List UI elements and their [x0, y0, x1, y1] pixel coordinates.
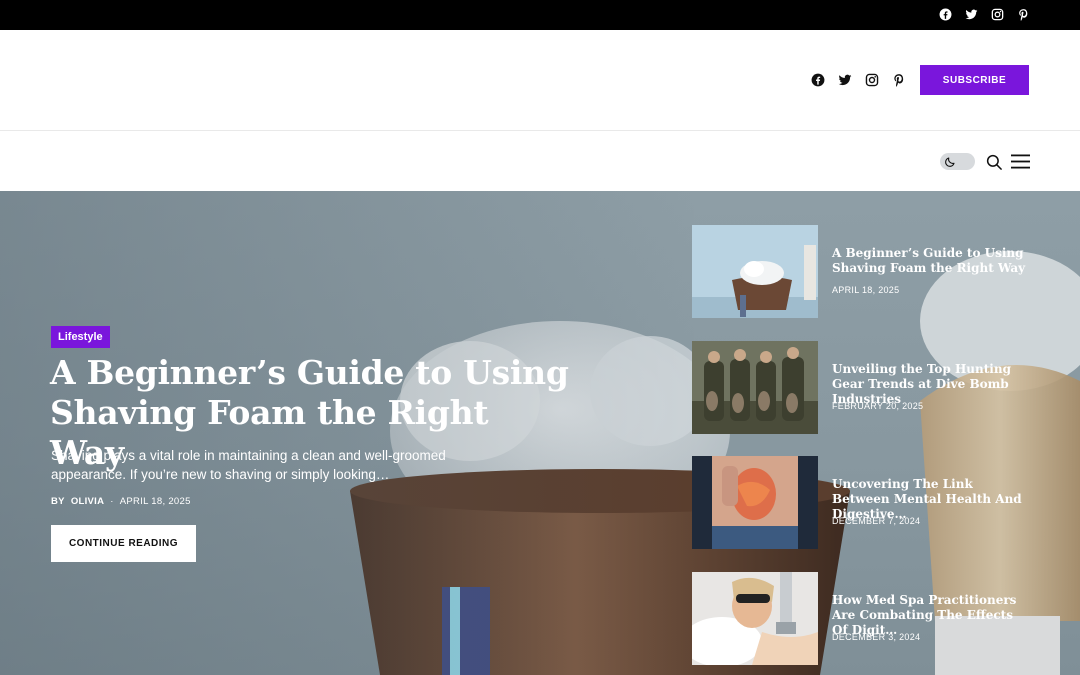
moon-icon: [942, 154, 957, 169]
side-post-date: DECEMBER 3, 2024: [832, 632, 921, 642]
post-thumbnail[interactable]: [692, 456, 818, 549]
instagram-icon[interactable]: [865, 73, 879, 87]
site-header: SUBSCRIBE: [0, 30, 1080, 131]
hamburger-menu-icon[interactable]: [1011, 154, 1030, 169]
instagram-icon[interactable]: [991, 8, 1004, 21]
side-post-title[interactable]: A Beginner’s Guide to Using Shaving Foam…: [832, 246, 1032, 276]
side-post[interactable]: A Beginner’s Guide to Using Shaving Foam…: [692, 225, 1052, 318]
top-bar: [0, 0, 1080, 30]
side-post[interactable]: Unveiling the Top Hunting Gear Trends at…: [692, 341, 1052, 434]
hero-meta: BY OLIVIA · APRIL 18, 2025: [51, 496, 191, 507]
side-post-date: APRIL 18, 2025: [832, 285, 900, 295]
pinterest-icon[interactable]: [892, 73, 906, 87]
author-link[interactable]: OLIVIA: [71, 496, 104, 507]
post-thumbnail[interactable]: [692, 341, 818, 434]
meta-separator: ·: [110, 496, 114, 507]
subscribe-button[interactable]: SUBSCRIBE: [920, 65, 1029, 95]
dark-mode-toggle[interactable]: [940, 153, 975, 170]
continue-reading-button[interactable]: CONTINUE READING: [51, 525, 196, 562]
side-post-date: DECEMBER 7, 2024: [832, 516, 921, 526]
category-badge[interactable]: Lifestyle: [51, 326, 110, 348]
facebook-icon[interactable]: [811, 73, 825, 87]
facebook-icon[interactable]: [939, 8, 952, 21]
search-icon[interactable]: [985, 153, 1003, 171]
side-post-date: FEBRUARY 20, 2025: [832, 401, 924, 411]
side-post[interactable]: Uncovering The Link Between Mental Healt…: [692, 456, 1052, 549]
post-date: APRIL 18, 2025: [119, 496, 191, 507]
side-post[interactable]: How Med Spa Practitioners Are Combating …: [692, 572, 1052, 665]
header-social-links: [811, 73, 906, 87]
hero-excerpt: Shaving plays a vital role in maintainin…: [51, 448, 446, 482]
twitter-icon[interactable]: [965, 8, 978, 21]
top-social-links: [939, 8, 1030, 21]
by-label: BY: [51, 496, 65, 507]
twitter-icon[interactable]: [838, 73, 852, 87]
pinterest-icon[interactable]: [1017, 8, 1030, 21]
featured-hero: Lifestyle A Beginner’s Guide to Using Sh…: [0, 191, 1080, 675]
nav-bar: [0, 132, 1080, 191]
post-thumbnail[interactable]: [692, 572, 818, 665]
post-thumbnail[interactable]: [692, 225, 818, 318]
